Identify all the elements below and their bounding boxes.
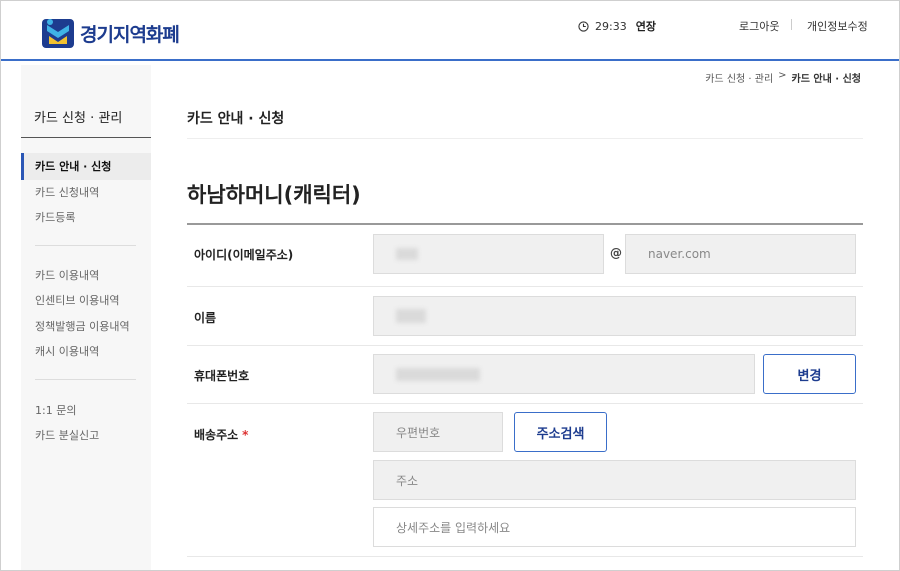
- breadcrumb-current: 카드 안내 · 신청: [791, 74, 861, 85]
- card-title-divider: [187, 223, 863, 225]
- profile-edit-link[interactable]: 개인정보수정: [807, 18, 868, 34]
- logo[interactable]: 경기지역화폐: [41, 16, 180, 50]
- zip-code-field[interactable]: 우편번호: [373, 412, 503, 452]
- sidebar: 카드 신청 · 관리 카드 안내 · 신청 카드 신청내역 카드등록 카드 이용…: [21, 65, 151, 570]
- sidebar-item-card-usage[interactable]: 카드 이용내역: [35, 267, 99, 283]
- change-phone-button[interactable]: 변경: [763, 354, 856, 394]
- logo-icon: [42, 19, 74, 48]
- detail-address-input[interactable]: 상세주소를 입력하세요: [373, 507, 856, 547]
- redacted-value: [396, 367, 480, 381]
- sidebar-item-cash-usage[interactable]: 캐시 이용내역: [35, 343, 99, 359]
- row-divider: [187, 403, 863, 404]
- header: 경기지역화폐 29:33 연장 로그아웃 개인정보수정: [1, 1, 899, 61]
- sidebar-divider: [35, 245, 136, 246]
- name-field[interactable]: [373, 296, 856, 336]
- phone-label: 휴대폰번호: [194, 369, 250, 383]
- name-label: 이름: [194, 311, 217, 325]
- breadcrumb: 카드 신청 · 관리 > 카드 안내 · 신청: [705, 70, 861, 85]
- sidebar-item-lost-card-report[interactable]: 카드 분실신고: [35, 427, 99, 443]
- row-divider: [187, 345, 863, 346]
- sidebar-item-incentive-usage[interactable]: 인센티브 이용내역: [35, 292, 119, 308]
- breadcrumb-parent[interactable]: 카드 신청 · 관리: [705, 70, 773, 85]
- row-divider: [187, 556, 863, 557]
- address-placeholder: 주소: [396, 473, 419, 488]
- sidebar-item-inquiry[interactable]: 1:1 문의: [35, 402, 76, 418]
- email-domain-field[interactable]: naver.com: [625, 234, 856, 274]
- zip-code-placeholder: 우편번호: [396, 425, 441, 440]
- at-sign: @: [610, 246, 622, 260]
- clock-icon: [578, 20, 589, 32]
- timer-value: 29:33: [595, 19, 627, 33]
- redacted-value: [396, 309, 426, 323]
- logo-text: 경기지역화폐: [80, 23, 180, 46]
- sidebar-item-policy-fund-usage[interactable]: 정책발행금 이용내역: [35, 318, 130, 334]
- address-label-text: 배송주소: [194, 428, 239, 442]
- page-frame: 경기지역화폐 29:33 연장 로그아웃 개인정보수정 카드 신청 · 관리 >…: [0, 0, 900, 571]
- extend-button[interactable]: 연장: [636, 18, 656, 34]
- row-divider: [187, 286, 863, 287]
- sidebar-item-card-guide[interactable]: 카드 안내 · 신청: [21, 153, 151, 180]
- redacted-value: [396, 248, 418, 260]
- detail-address-placeholder: 상세주소를 입력하세요: [396, 520, 511, 535]
- email-id-field[interactable]: [373, 234, 604, 274]
- section-divider: [187, 138, 863, 139]
- header-divider: [791, 19, 792, 30]
- sidebar-title: 카드 신청 · 관리: [34, 111, 123, 126]
- id-label: 아이디(이메일주소): [194, 248, 294, 262]
- sidebar-title-divider: [21, 137, 151, 138]
- address-label: 배송주소 *: [194, 426, 248, 443]
- sidebar-divider: [35, 379, 136, 380]
- required-mark: *: [242, 428, 249, 442]
- breadcrumb-separator: >: [778, 70, 787, 81]
- email-domain-value: naver.com: [648, 247, 711, 261]
- address-field[interactable]: 주소: [373, 460, 856, 500]
- phone-field[interactable]: [373, 354, 755, 394]
- card-title: 하남하머니(캐릭터): [187, 183, 361, 207]
- logout-link[interactable]: 로그아웃: [739, 18, 779, 34]
- session-timer: 29:33 연장: [578, 18, 656, 34]
- sidebar-item-card-application-history[interactable]: 카드 신청내역: [35, 184, 99, 200]
- sidebar-item-card-register[interactable]: 카드등록: [35, 209, 75, 225]
- section-title: 카드 안내 · 신청: [187, 111, 285, 127]
- address-search-button[interactable]: 주소검색: [514, 412, 607, 452]
